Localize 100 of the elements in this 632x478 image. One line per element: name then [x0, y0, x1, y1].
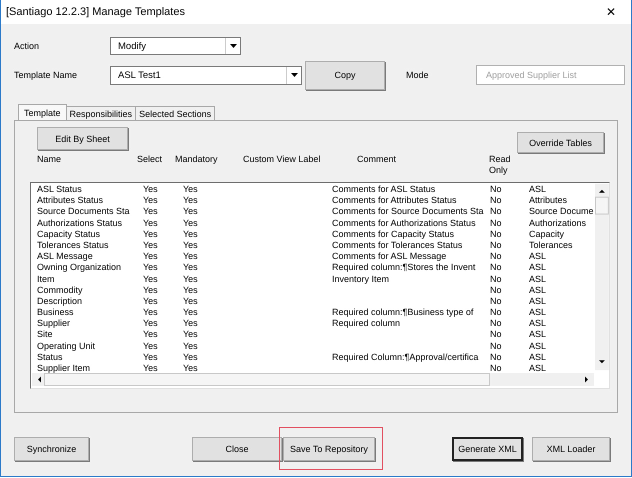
table-cell-text: No [490, 218, 503, 229]
column-header: Read Only [489, 154, 512, 177]
table-cell-text: No [490, 284, 503, 296]
table-cell-text: Yes [183, 307, 199, 318]
table-cell-text: No [490, 318, 503, 330]
table-cell-text: No [490, 228, 503, 240]
table-cell-text: No [490, 274, 503, 285]
table-cell-text: Yes [143, 296, 159, 308]
table-cell-text: ASL [529, 262, 548, 274]
table-cell-text: No [490, 363, 503, 373]
edit-by-sheet-button[interactable]: Edit By Sheet [37, 127, 128, 150]
table-cell-text: ASL Status [37, 184, 83, 196]
table-cell-text: ASL [529, 329, 548, 341]
table-cell-text: Yes [143, 251, 159, 262]
table-cell-text: Tolerances [529, 240, 574, 252]
caret-icon [225, 38, 240, 54]
table-cell-text: Item [37, 274, 56, 285]
table-cell-text: Yes [143, 206, 159, 218]
table-cell-text: Yes [143, 195, 159, 206]
table-cell-text: Supplier Item [37, 363, 92, 373]
table-cell-text: Yes [183, 318, 199, 330]
table-cell-text: Yes [183, 284, 199, 296]
table-cell-text: Yes [143, 262, 159, 274]
table-cell-text: Yes [183, 218, 199, 229]
table-cell-text: Capacity [529, 228, 566, 240]
tab[interactable]: Selected Sections [135, 106, 216, 120]
table-cell-text: No [490, 195, 503, 206]
table-cell-text: Comments for Attributes Status [332, 195, 458, 206]
table-cell-text: Site [37, 329, 54, 341]
table-cell-text: Yes [143, 240, 159, 252]
column-header: Name [37, 154, 62, 166]
field-label: Action [14, 41, 40, 51]
table-cell-text: Yes [183, 296, 199, 308]
table-cell-text: Inventory Item [332, 274, 390, 285]
table-cell-text: Operating Unit [37, 340, 96, 352]
table-cell-text: Comments for Tolerances Status [332, 240, 464, 252]
table-cell-text: Yes [183, 251, 199, 262]
action-button[interactable]: Save To Repository [283, 436, 375, 460]
table-cell-text: Yes [143, 184, 159, 196]
caret-icon [286, 66, 301, 84]
table-cell-text: No [490, 296, 503, 308]
table-cell-text: ASL [529, 274, 548, 285]
action-button[interactable]: Close [192, 436, 282, 460]
template-name-dropdown[interactable]: ASL Test1 [110, 66, 302, 84]
table-cell-text: Capacity Status [37, 228, 102, 240]
table-cell-text: Yes [143, 363, 159, 373]
table-cell-text: Comments for Authorizations Status [332, 218, 477, 229]
table-cell-text: Yes [183, 262, 199, 274]
table-cell-text: Authorizations Status [37, 218, 124, 229]
table-cell-text: Description [37, 296, 84, 308]
override-tables-button[interactable]: Override Tables [517, 132, 604, 153]
table-cell-text: Yes [143, 228, 159, 240]
table-cell-text: Business [37, 307, 75, 318]
action-button[interactable]: Generate XML [452, 436, 523, 460]
table-cell-text: Yes [183, 228, 199, 240]
table-cell-text: No [490, 262, 503, 274]
table-cell-text: Yes [143, 352, 159, 363]
tab[interactable]: Template [18, 104, 67, 120]
table-cell-text: Comments for ASL Status [332, 184, 436, 196]
table-cell-text: No [490, 184, 503, 196]
table-cell-text: Authorizations [529, 218, 588, 229]
field-label: Mode [406, 70, 430, 80]
table-cell-text: Owning Organization [37, 262, 122, 274]
action-button[interactable]: Synchronize [14, 436, 89, 460]
table-cell-text: Yes [183, 184, 199, 196]
column-header: Comment [357, 154, 398, 166]
table-cell-text: Yes [183, 195, 199, 206]
table-cell-text: Yes [143, 218, 159, 229]
table-cell-text: Yes [143, 329, 159, 341]
table-cell-text: No [490, 329, 503, 341]
table-cell-text: Yes [183, 329, 199, 341]
table-cell-text: No [490, 340, 503, 352]
table-cell-text: ASL [529, 340, 548, 352]
table-cell-text: Comments for ASL Message [332, 251, 448, 262]
table-cell-text: Yes [143, 274, 159, 285]
table-cell-text: ASL [529, 251, 548, 262]
table-cell-text: ASL [529, 296, 548, 308]
table-cell-text: Required column:¶Stores the Invent [332, 262, 476, 274]
table-cell-text: ASL [529, 284, 548, 296]
table-cell-text: ASL [529, 352, 548, 363]
action-dropdown[interactable]: Modify [110, 37, 241, 55]
table-cell-text: Yes [143, 340, 159, 352]
table-cell-text: Yes [183, 340, 199, 352]
table-cell-text: Yes [143, 307, 159, 318]
table-cell-text: No [490, 251, 503, 262]
table-cell-text: ASL [529, 307, 548, 318]
table-cell-text: ASL [529, 184, 548, 196]
table-cell-text: Attributes Status [37, 195, 104, 206]
table-cell: Source Docume [529, 206, 594, 218]
copy-button[interactable]: Copy [305, 60, 385, 90]
table-cell-text: Yes [183, 240, 199, 252]
tab[interactable]: Responsibilities [66, 106, 136, 120]
table-cell-text: Status [37, 352, 64, 363]
table-cell-text: Attributes [529, 195, 568, 206]
table-cell-text: Source Documents Sta [37, 206, 131, 218]
table-cell-text: Yes [143, 284, 159, 296]
action-button[interactable]: XML Loader [532, 436, 610, 460]
table-cell-text: Commodity [37, 284, 84, 296]
table-cell-text: Yes [183, 352, 199, 363]
table-cell-text: Yes [183, 274, 199, 285]
